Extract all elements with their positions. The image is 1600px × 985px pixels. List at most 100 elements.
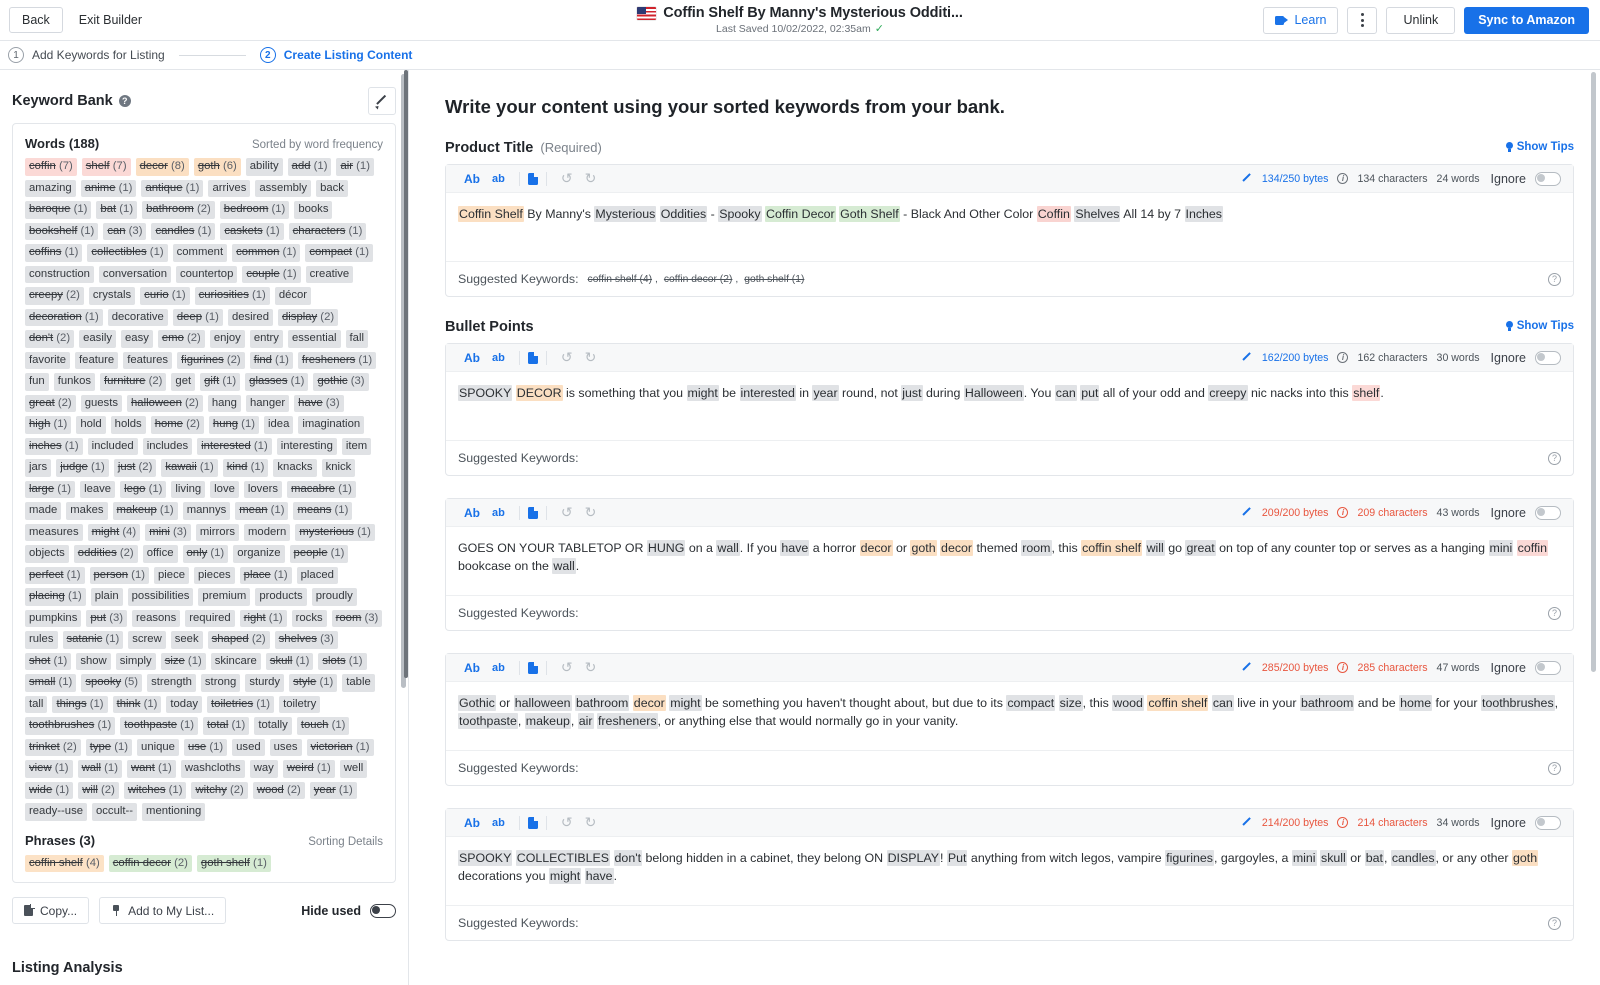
edit-keywords-button[interactable] <box>368 87 396 115</box>
keyword-chip[interactable]: just (2) <box>114 459 157 477</box>
undo-icon[interactable]: ↺ <box>555 814 579 831</box>
keyword-chip[interactable]: screw <box>128 631 166 649</box>
ignore-label[interactable]: Ignore <box>1491 661 1526 675</box>
keyword-chip[interactable]: placing (1) <box>25 588 86 606</box>
keyword-chip[interactable]: required <box>185 610 234 628</box>
keyword-chip[interactable]: leave <box>80 481 115 499</box>
keyword-chip[interactable]: coffins (1) <box>25 244 82 262</box>
ignore-toggle[interactable] <box>1535 351 1561 365</box>
keyword-chip[interactable]: objects <box>25 545 69 563</box>
keyword-chip[interactable]: goth (6) <box>194 158 241 176</box>
keyword-chip[interactable]: desired <box>228 309 273 327</box>
keyword-chip[interactable]: modern <box>244 524 290 542</box>
keyword-chip[interactable]: inches (1) <box>25 438 83 456</box>
keyword-chip[interactable]: kind (1) <box>223 459 269 477</box>
keyword-chip[interactable]: makeup (1) <box>113 502 178 520</box>
keyword-chip[interactable]: only (1) <box>183 545 229 563</box>
keyword-chip[interactable]: can (3) <box>103 223 146 241</box>
keyword-chip[interactable]: feature <box>75 352 118 370</box>
keyword-chip[interactable]: countertop <box>176 266 237 284</box>
keyword-chip[interactable]: don't (2) <box>25 330 74 348</box>
suggested-keyword-chip[interactable]: goth shelf (1) <box>741 273 807 286</box>
info-icon[interactable]: i <box>1337 352 1348 363</box>
help-icon[interactable]: ? <box>119 95 131 107</box>
keyword-chip[interactable]: style (1) <box>289 674 337 692</box>
keyword-chip[interactable]: shaped (2) <box>208 631 270 649</box>
keyword-chip[interactable]: macabre (1) <box>287 481 356 499</box>
keyword-chip[interactable]: victorian (1) <box>307 739 374 757</box>
keyword-chip[interactable]: fun <box>25 373 49 391</box>
help-question-icon[interactable]: ? <box>1548 762 1561 775</box>
keyword-chip[interactable]: wall (1) <box>78 760 122 778</box>
show-tips-button[interactable]: Show Tips <box>1506 141 1574 153</box>
step-add-keywords[interactable]: 1 Add Keywords for Listing <box>8 47 165 63</box>
keyword-chip[interactable]: total (1) <box>203 717 249 735</box>
keyword-chip[interactable]: judge (1) <box>56 459 109 477</box>
keyword-chip[interactable]: shelves (3) <box>275 631 338 649</box>
keyword-chip[interactable]: get <box>171 373 195 391</box>
keyword-chip[interactable]: office <box>143 545 178 563</box>
keyword-chip[interactable]: back <box>316 180 348 198</box>
keyword-chip[interactable]: includes <box>143 438 192 456</box>
keyword-chip[interactable]: well <box>340 760 367 778</box>
keyword-chip[interactable]: favorite <box>25 352 70 370</box>
keyword-chip[interactable]: shelf (7) <box>82 158 131 176</box>
keyword-chip[interactable]: oddities (2) <box>74 545 138 563</box>
keyword-chip[interactable]: mini (3) <box>145 524 191 542</box>
keyword-chip[interactable]: glasses (1) <box>245 373 308 391</box>
keyword-chip[interactable]: occult-- <box>92 803 137 821</box>
keyword-chip[interactable]: weird (1) <box>283 760 335 778</box>
ignore-label[interactable]: Ignore <box>1491 506 1526 520</box>
keyword-chip[interactable]: bathroom (2) <box>142 201 215 219</box>
keyword-chip[interactable]: conversation <box>99 266 171 284</box>
info-icon[interactable]: i <box>1337 173 1348 184</box>
keyword-chip[interactable]: makes <box>66 502 107 520</box>
keyword-chip[interactable]: find (1) <box>250 352 293 370</box>
undo-icon[interactable]: ↺ <box>555 349 579 366</box>
keyword-chip[interactable]: construction <box>25 266 94 284</box>
keyword-chip[interactable]: hanger <box>246 395 289 413</box>
keyword-chip[interactable]: decoration (1) <box>25 309 103 327</box>
keyword-chip[interactable]: interested (1) <box>197 438 272 456</box>
keyword-chip[interactable]: fresheners (1) <box>298 352 376 370</box>
keyword-chip[interactable]: pieces <box>194 567 235 585</box>
suggested-keyword-chip[interactable]: coffin shelf (4) <box>585 273 655 286</box>
keyword-chip[interactable]: witchy (2) <box>191 782 247 800</box>
help-question-icon[interactable]: ? <box>1548 273 1561 286</box>
keyword-chip[interactable]: plain <box>91 588 123 606</box>
keyword-chip[interactable]: add (1) <box>288 158 332 176</box>
phrase-chip[interactable]: goth shelf (1) <box>197 855 271 873</box>
keyword-chip[interactable]: table <box>342 674 375 692</box>
keyword-chip[interactable]: interesting <box>277 438 337 456</box>
content-textarea[interactable]: SPOOKY COLLECTIBLES don't belong hidden … <box>446 837 1573 905</box>
keyword-chip[interactable]: proudly <box>312 588 357 606</box>
keyword-chip[interactable]: large (1) <box>25 481 75 499</box>
keyword-chip[interactable]: entry <box>250 330 283 348</box>
keyword-chip[interactable]: satanic (1) <box>63 631 124 649</box>
content-textarea[interactable]: Gothic or halloween bathroom decor might… <box>446 682 1573 750</box>
keyword-chip[interactable]: simply <box>116 653 156 671</box>
keyword-chip[interactable]: hold <box>76 416 105 434</box>
keyword-chip[interactable]: measures <box>25 524 83 542</box>
keyword-chip[interactable]: common (1) <box>232 244 300 262</box>
keyword-chip[interactable]: witches (1) <box>124 782 187 800</box>
keyword-chip[interactable]: crystals <box>89 287 135 305</box>
keyword-chip[interactable]: touch (1) <box>297 717 350 735</box>
keyword-chip[interactable]: things (1) <box>52 696 107 714</box>
keyword-chip[interactable]: person (1) <box>90 567 150 585</box>
keyword-chip[interactable]: fall <box>346 330 368 348</box>
keyword-chip[interactable]: type (1) <box>86 739 132 757</box>
keyword-chip[interactable]: books <box>294 201 332 219</box>
keyword-chip[interactable]: bat (1) <box>96 201 137 219</box>
sorting-details-link[interactable]: Sorting Details <box>308 836 383 848</box>
keyword-chip[interactable]: gift (1) <box>200 373 240 391</box>
redo-icon[interactable]: ↻ <box>579 659 603 676</box>
keyword-chip[interactable]: tall <box>25 696 47 714</box>
keyword-chip[interactable]: wide (1) <box>25 782 73 800</box>
keyword-chip[interactable]: strong <box>201 674 240 692</box>
keyword-chip[interactable]: spooky (5) <box>81 674 142 692</box>
keyword-chip[interactable]: decor (8) <box>136 158 189 176</box>
show-tips-button[interactable]: Show Tips <box>1506 320 1574 332</box>
keyword-chip[interactable]: couple (1) <box>242 266 300 284</box>
keyword-chip[interactable]: easy <box>121 330 153 348</box>
